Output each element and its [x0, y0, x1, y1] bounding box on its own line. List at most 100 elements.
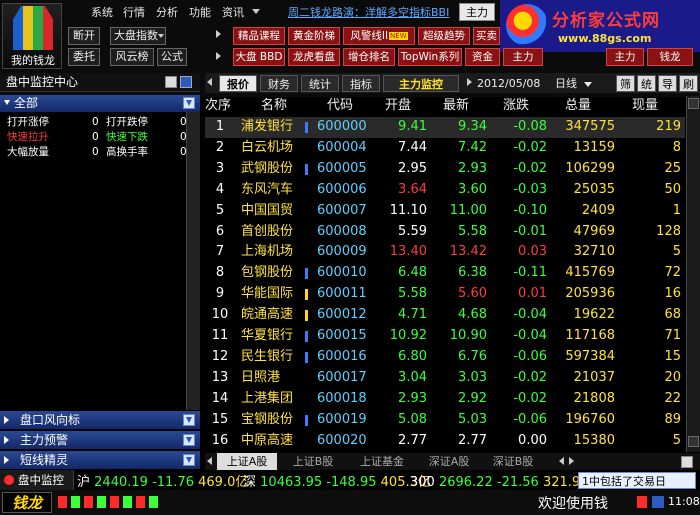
refresh-button[interactable]: 刷 [679, 75, 698, 92]
arrow-left-icon[interactable] [559, 457, 564, 465]
super-trend-button[interactable]: 超级趋势 [418, 27, 470, 45]
scroll-down-icon[interactable] [688, 436, 699, 447]
filter-icon[interactable] [183, 434, 195, 446]
stock-name[interactable]: 皖通高速 [241, 305, 307, 325]
table-row[interactable]: 4 东风汽车 600006 3.64 3.60 -0.03 25035 50 [205, 180, 685, 201]
alert-line-button[interactable]: 风警线II NEW [343, 27, 415, 45]
entrust-button[interactable]: 委托 [68, 48, 100, 66]
longhu-button[interactable]: 龙虎看盘 [288, 48, 340, 66]
notice-popup[interactable]: 1中包括了交易日 [578, 472, 696, 489]
stock-code[interactable]: 600008 [317, 222, 371, 242]
col-index[interactable]: 次序 [205, 96, 241, 116]
col-current[interactable]: 现量 [632, 96, 662, 116]
table-row[interactable]: 10 皖通高速 600012 4.71 4.68 -0.04 19622 68 [205, 305, 685, 326]
section-main-alert[interactable]: 主力预警 [0, 431, 200, 449]
filter-icon[interactable] [183, 97, 195, 109]
stock-name[interactable]: 首创股份 [241, 222, 307, 242]
menu-quote[interactable]: 行情 [123, 4, 145, 20]
table-row[interactable]: 12 民生银行 600016 6.80 6.76 -0.06 597384 15 [205, 347, 685, 368]
table-row[interactable]: 11 华夏银行 600015 10.92 10.90 -0.04 117168 71 [205, 326, 685, 347]
filter-icon[interactable] [183, 414, 195, 426]
stock-name[interactable]: 上港集团 [241, 389, 307, 409]
arrow-right-icon[interactable] [467, 78, 472, 86]
stats-button[interactable]: 统 [637, 75, 656, 92]
menu-analysis[interactable]: 分析 [156, 4, 178, 20]
ad-logo[interactable]: 分析家公式网 www.88gs.com [500, 0, 700, 52]
all-section-header[interactable]: 全部 [0, 95, 200, 112]
col-open[interactable]: 开盘 [385, 96, 415, 116]
topwin-button[interactable]: TopWin系列 [398, 48, 462, 66]
shanghai-index[interactable]: 沪 2440.19 -11.76 469.0亿 [77, 471, 248, 490]
table-row[interactable]: 1 浦发银行 600000 9.41 9.34 -0.08 347575 219 [205, 117, 685, 138]
stock-name[interactable]: 浦发银行 [241, 117, 307, 137]
left-scrollbar[interactable] [186, 112, 200, 410]
stock-name[interactable]: 包钢股份 [241, 263, 307, 283]
monitor-footer-button[interactable]: 盘中监控 [0, 470, 74, 490]
main-small-button[interactable]: 主力 [606, 48, 644, 66]
col-name[interactable]: 名称 [261, 96, 301, 116]
stock-code[interactable]: 600006 [317, 180, 371, 200]
arrow-left-icon[interactable] [207, 78, 212, 86]
table-row[interactable]: 7 上海机场 600009 13.40 13.42 0.03 32710 5 [205, 242, 685, 263]
tab-quote[interactable]: 报价 [219, 75, 257, 92]
table-row[interactable]: 9 华能国际 600011 5.58 5.60 0.01 205936 16 [205, 284, 685, 305]
stock-code[interactable]: 600009 [317, 242, 371, 262]
stock-name[interactable]: 白云机场 [241, 138, 307, 158]
formula-button[interactable]: 公式 [157, 48, 187, 66]
tab-indicator[interactable]: 指标 [342, 75, 380, 92]
menu-system[interactable]: 系统 [91, 4, 113, 20]
stock-name[interactable]: 中国国贸 [241, 201, 307, 221]
stock-code[interactable]: 600012 [317, 305, 371, 325]
stock-code[interactable]: 600000 [317, 117, 371, 137]
stock-name[interactable]: 民生银行 [241, 347, 307, 367]
monitor-item[interactable]: 快速拉升 0 快速下跌 0 [0, 130, 187, 144]
close-icon[interactable] [180, 76, 192, 88]
date-display[interactable]: 2012/05/08 [477, 75, 549, 92]
stock-code[interactable]: 600011 [317, 284, 371, 304]
buy-sell-button[interactable]: 买卖 [473, 27, 500, 45]
period-select[interactable]: 日线 [555, 75, 599, 92]
col-change[interactable]: 涨跌 [503, 96, 533, 116]
filter-button[interactable]: 筛 [616, 75, 635, 92]
disconnect-button[interactable]: 断开 [68, 27, 100, 45]
menu-dropdown-icon[interactable] [252, 9, 260, 14]
stock-name[interactable]: 日照港 [241, 368, 307, 388]
table-row[interactable]: 8 包钢股份 600010 6.48 6.38 -0.11 415769 72 [205, 263, 685, 284]
shenzhen-index[interactable]: 深 10463.95 -148.95 405.3亿 [243, 471, 431, 490]
stock-code[interactable]: 600015 [317, 326, 371, 346]
arrow-right-icon[interactable] [216, 30, 221, 38]
stock-code[interactable]: 600019 [317, 410, 371, 430]
table-row[interactable]: 13 日照港 600017 3.04 3.03 -0.02 21037 20 [205, 368, 685, 389]
stock-code[interactable]: 600004 [317, 138, 371, 158]
capital-button[interactable]: 资金 [465, 48, 500, 66]
col-last[interactable]: 最新 [443, 96, 473, 116]
tab-sh-a[interactable]: 上证A股 [217, 453, 277, 470]
arrow-left-icon[interactable] [207, 457, 212, 465]
tab-sh-b[interactable]: 上证B股 [283, 453, 343, 470]
tab-stats[interactable]: 统计 [301, 75, 339, 92]
table-row[interactable]: 5 中国国贸 600007 11.10 11.00 -0.10 2409 1 [205, 201, 685, 222]
main-force-button[interactable]: 主力 [503, 48, 543, 66]
grid-icon[interactable] [681, 456, 693, 468]
stock-code[interactable]: 600016 [317, 347, 371, 367]
course-button[interactable]: 精品课程 [233, 27, 285, 45]
col-code[interactable]: 代码 [327, 96, 363, 116]
news-banner-link[interactable]: 周二钱龙路演：洋解多空指标BBI [288, 4, 456, 20]
stock-code[interactable]: 600005 [317, 159, 371, 179]
main-tab[interactable]: 主力 [459, 3, 495, 21]
position-rank-button[interactable]: 增仓排名 [343, 48, 395, 66]
tab-sz-a[interactable]: 深证A股 [419, 453, 479, 470]
stock-name[interactable]: 宝钢股份 [241, 410, 307, 430]
golden-ladder-button[interactable]: 黄金阶梯 [288, 27, 340, 45]
table-scrollbar[interactable] [686, 96, 700, 452]
stock-code[interactable]: 600020 [317, 431, 371, 451]
filter-icon[interactable] [183, 454, 195, 466]
bbd-button[interactable]: 大盘 BBD [233, 48, 285, 66]
fengyun-button[interactable]: 风云榜 [110, 48, 154, 66]
stock-name[interactable]: 武钢股份 [241, 159, 307, 179]
stock-name[interactable]: 上海机场 [241, 242, 307, 262]
arrow-right-icon[interactable] [569, 457, 574, 465]
tab-sz-b[interactable]: 深证B股 [483, 453, 543, 470]
stock-name[interactable]: 东风汽车 [241, 180, 307, 200]
stock-code[interactable]: 600018 [317, 389, 371, 409]
